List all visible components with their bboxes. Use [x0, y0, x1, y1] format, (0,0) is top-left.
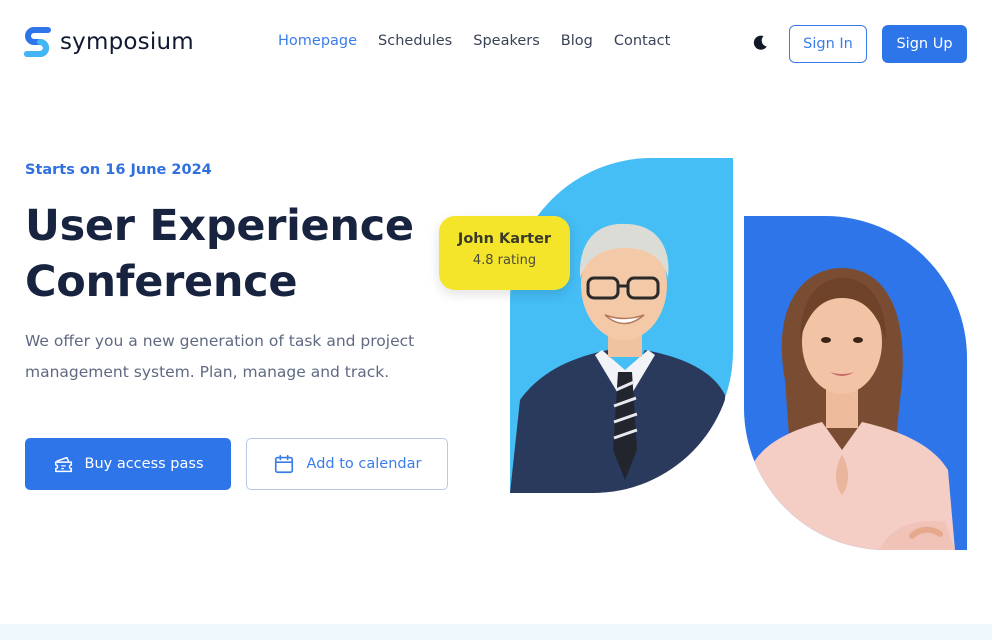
event-date-label: Starts on 16 June 2024: [25, 162, 212, 178]
add-to-calendar-button[interactable]: Add to calendar: [246, 438, 448, 490]
add-to-calendar-label: Add to calendar: [306, 456, 422, 472]
desc-line-2: management system. Plan, manage and trac…: [25, 363, 390, 381]
nav-schedules[interactable]: Schedules: [378, 33, 452, 49]
buy-access-pass-button[interactable]: Buy access pass: [25, 438, 231, 490]
nav-homepage[interactable]: Homepage: [278, 33, 357, 49]
speaker-name: John Karter: [457, 231, 552, 247]
ticket-icon: [54, 456, 72, 473]
site-header: symposium Homepage Schedules Speakers Bl…: [0, 0, 992, 86]
sign-in-button[interactable]: Sign In: [789, 25, 867, 63]
nav-speakers[interactable]: Speakers: [473, 33, 540, 49]
speaker-rating: 4.8 rating: [472, 253, 537, 268]
logo-s-icon: [24, 27, 51, 57]
nav-contact[interactable]: Contact: [614, 33, 670, 49]
calendar-icon: [274, 454, 293, 474]
page-title: User Experience Conference: [25, 198, 465, 310]
hero-description: We offer you a new generation of task an…: [25, 326, 475, 388]
moon-icon: [753, 35, 767, 50]
speaker-rating-badge: John Karter 4.8 rating: [439, 216, 570, 290]
sign-up-button[interactable]: Sign Up: [882, 25, 967, 63]
theme-toggle-button[interactable]: [750, 33, 770, 53]
buy-access-pass-label: Buy access pass: [84, 456, 204, 472]
brand-logo[interactable]: symposium: [24, 26, 194, 58]
title-line-1: User Experience: [25, 201, 414, 251]
speaker-photo-john-karter: [510, 158, 734, 493]
next-section-strip: [0, 624, 992, 640]
speaker-photos: [510, 158, 967, 550]
desc-line-1: We offer you a new generation of task an…: [25, 332, 415, 350]
nav-blog[interactable]: Blog: [561, 33, 593, 49]
main-nav: Homepage Schedules Speakers Blog Contact: [278, 33, 670, 49]
brand-name: symposium: [60, 29, 194, 55]
speaker-photo-female-speaker: [744, 216, 967, 550]
title-line-2: Conference: [25, 257, 298, 307]
